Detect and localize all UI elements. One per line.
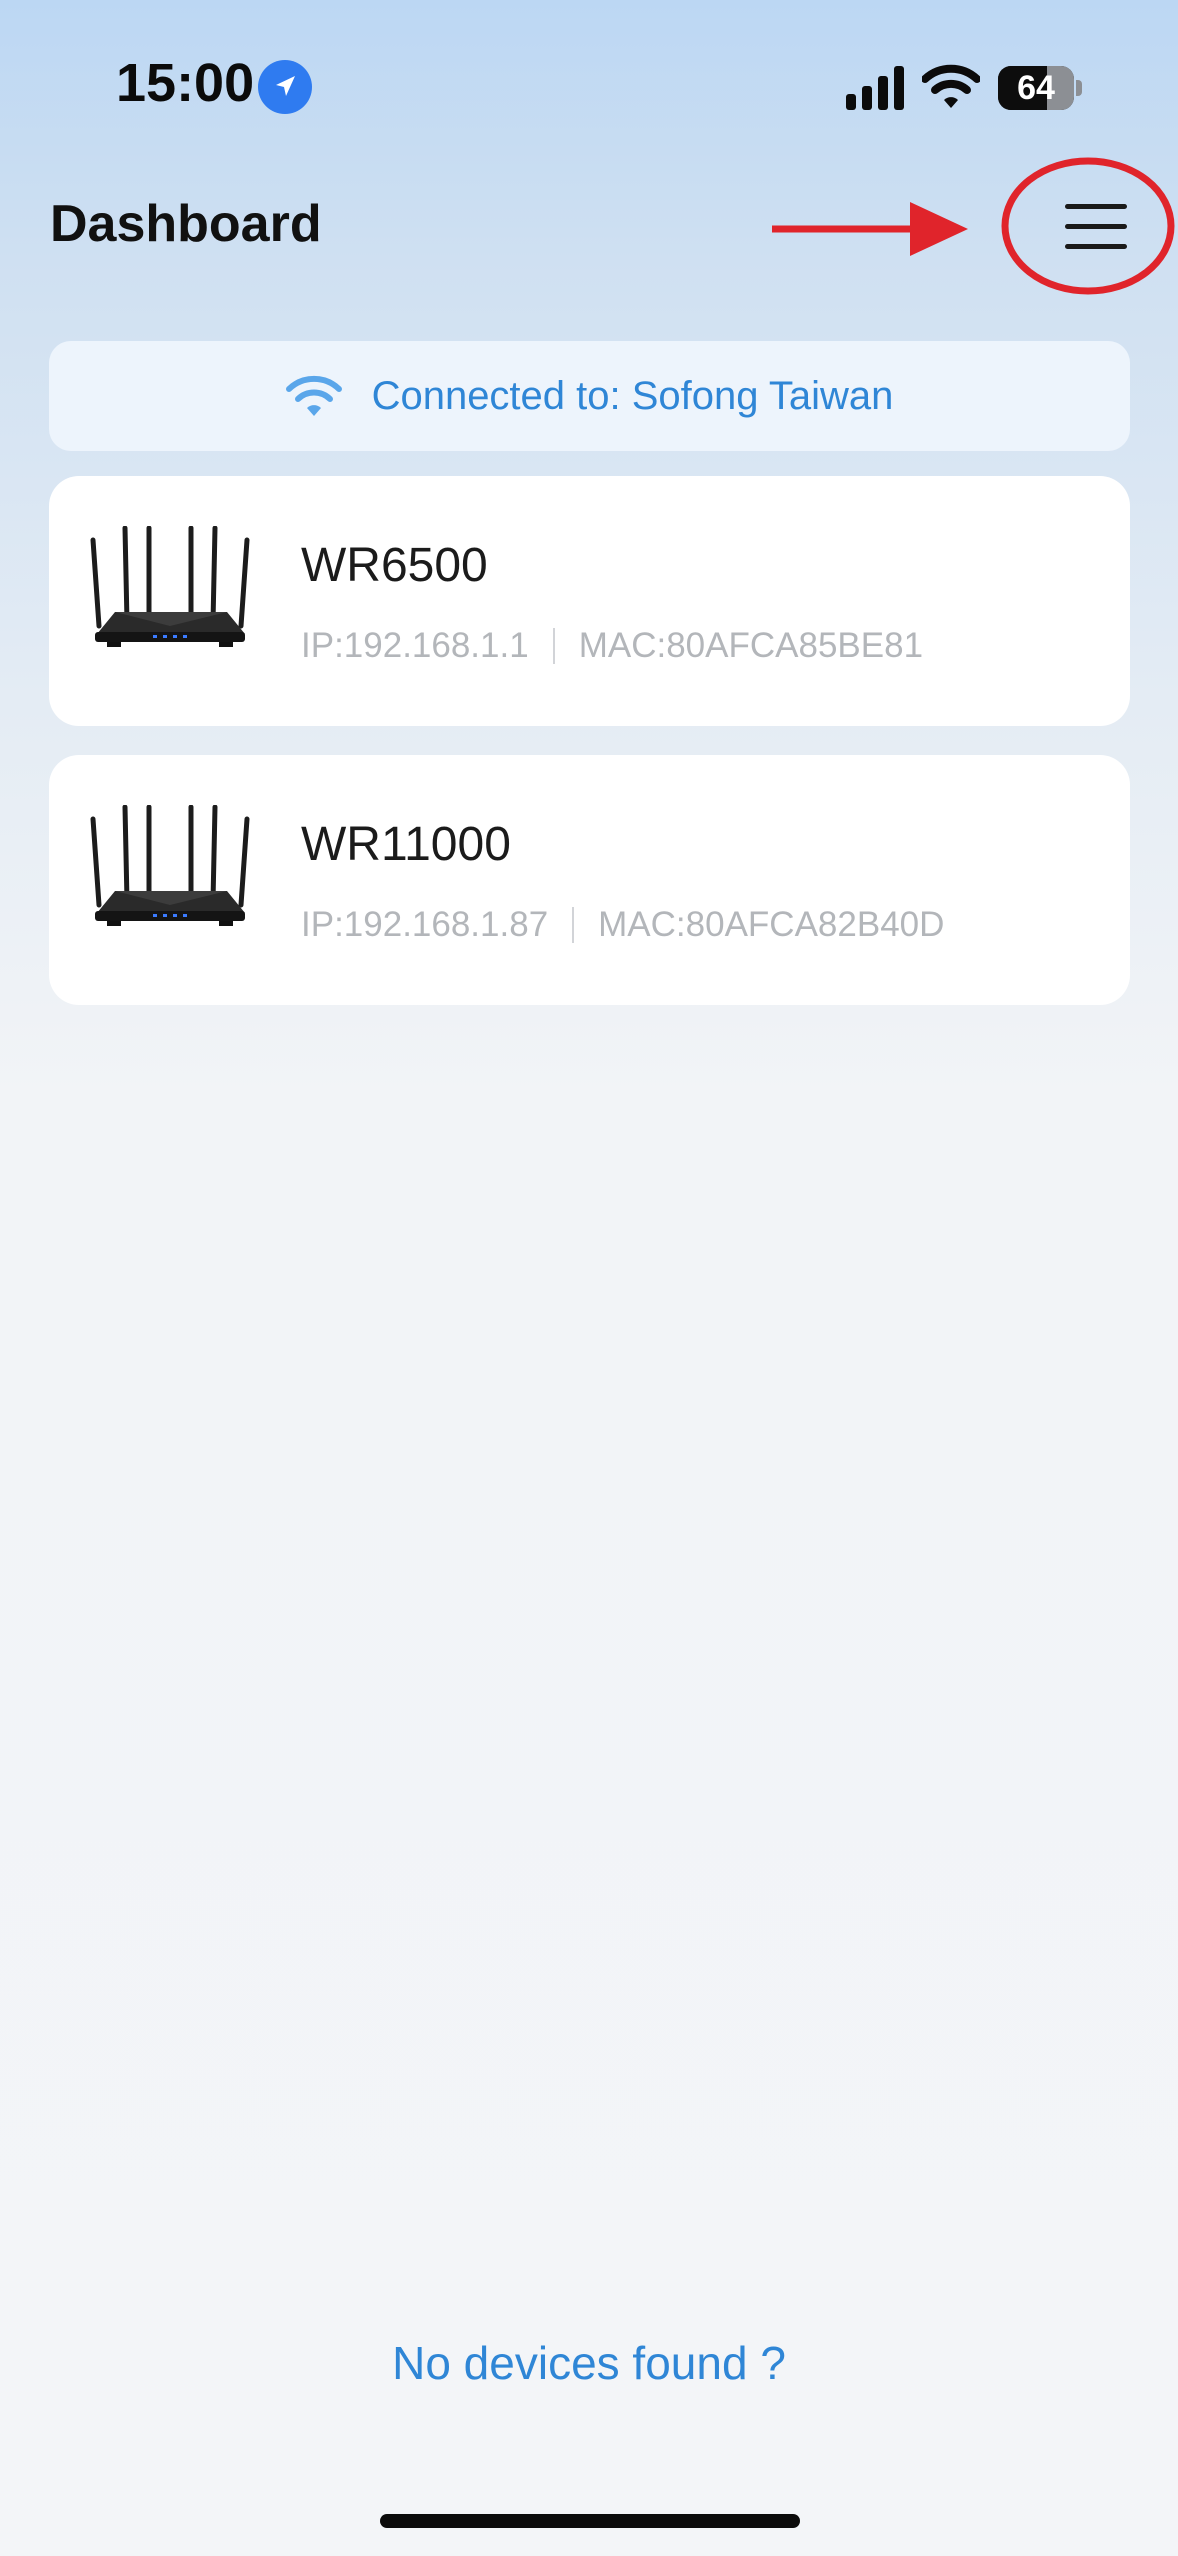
meta-divider xyxy=(572,907,575,943)
device-mac: MAC:80AFCA85BE81 xyxy=(578,626,924,665)
wifi-icon xyxy=(285,375,342,416)
location-arrow-icon xyxy=(258,60,312,114)
router-image xyxy=(90,805,250,926)
battery-indicator: 64 xyxy=(998,66,1074,110)
annotation-arrow xyxy=(772,202,968,256)
device-name: WR6500 xyxy=(301,539,488,592)
hamburger-menu-icon xyxy=(1065,204,1127,249)
connection-banner: Connected to: Sofong Taiwan xyxy=(49,341,1130,451)
page-title: Dashboard xyxy=(50,195,322,253)
battery-level: 64 xyxy=(1017,69,1055,107)
meta-divider xyxy=(552,628,555,664)
device-card-wr6500[interactable]: WR6500 IP:192.168.1.1 MAC:80AFCA85BE81 xyxy=(49,476,1130,726)
device-ip: IP:192.168.1.87 xyxy=(301,905,549,944)
no-devices-found-link[interactable]: No devices found ? xyxy=(0,2336,1178,2390)
device-mac: MAC:80AFCA82B40D xyxy=(598,905,945,944)
connection-text: Connected to: Sofong Taiwan xyxy=(371,373,894,418)
wifi-icon xyxy=(922,64,980,108)
cellular-signal-icon xyxy=(846,66,904,110)
menu-button[interactable] xyxy=(1000,156,1176,296)
device-ip: IP:192.168.1.1 xyxy=(301,626,529,665)
device-meta: IP:192.168.1.1 MAC:80AFCA85BE81 xyxy=(301,626,923,666)
device-card-wr11000[interactable]: WR11000 IP:192.168.1.87 MAC:80AFCA82B40D xyxy=(49,755,1130,1005)
device-meta: IP:192.168.1.87 MAC:80AFCA82B40D xyxy=(301,905,944,945)
router-image xyxy=(90,526,250,647)
status-bar: 15:00 64 xyxy=(0,0,1178,150)
home-indicator xyxy=(380,2514,800,2528)
device-name: WR11000 xyxy=(301,818,511,871)
status-time: 15:00 xyxy=(116,53,255,113)
battery-cap xyxy=(1076,80,1082,96)
